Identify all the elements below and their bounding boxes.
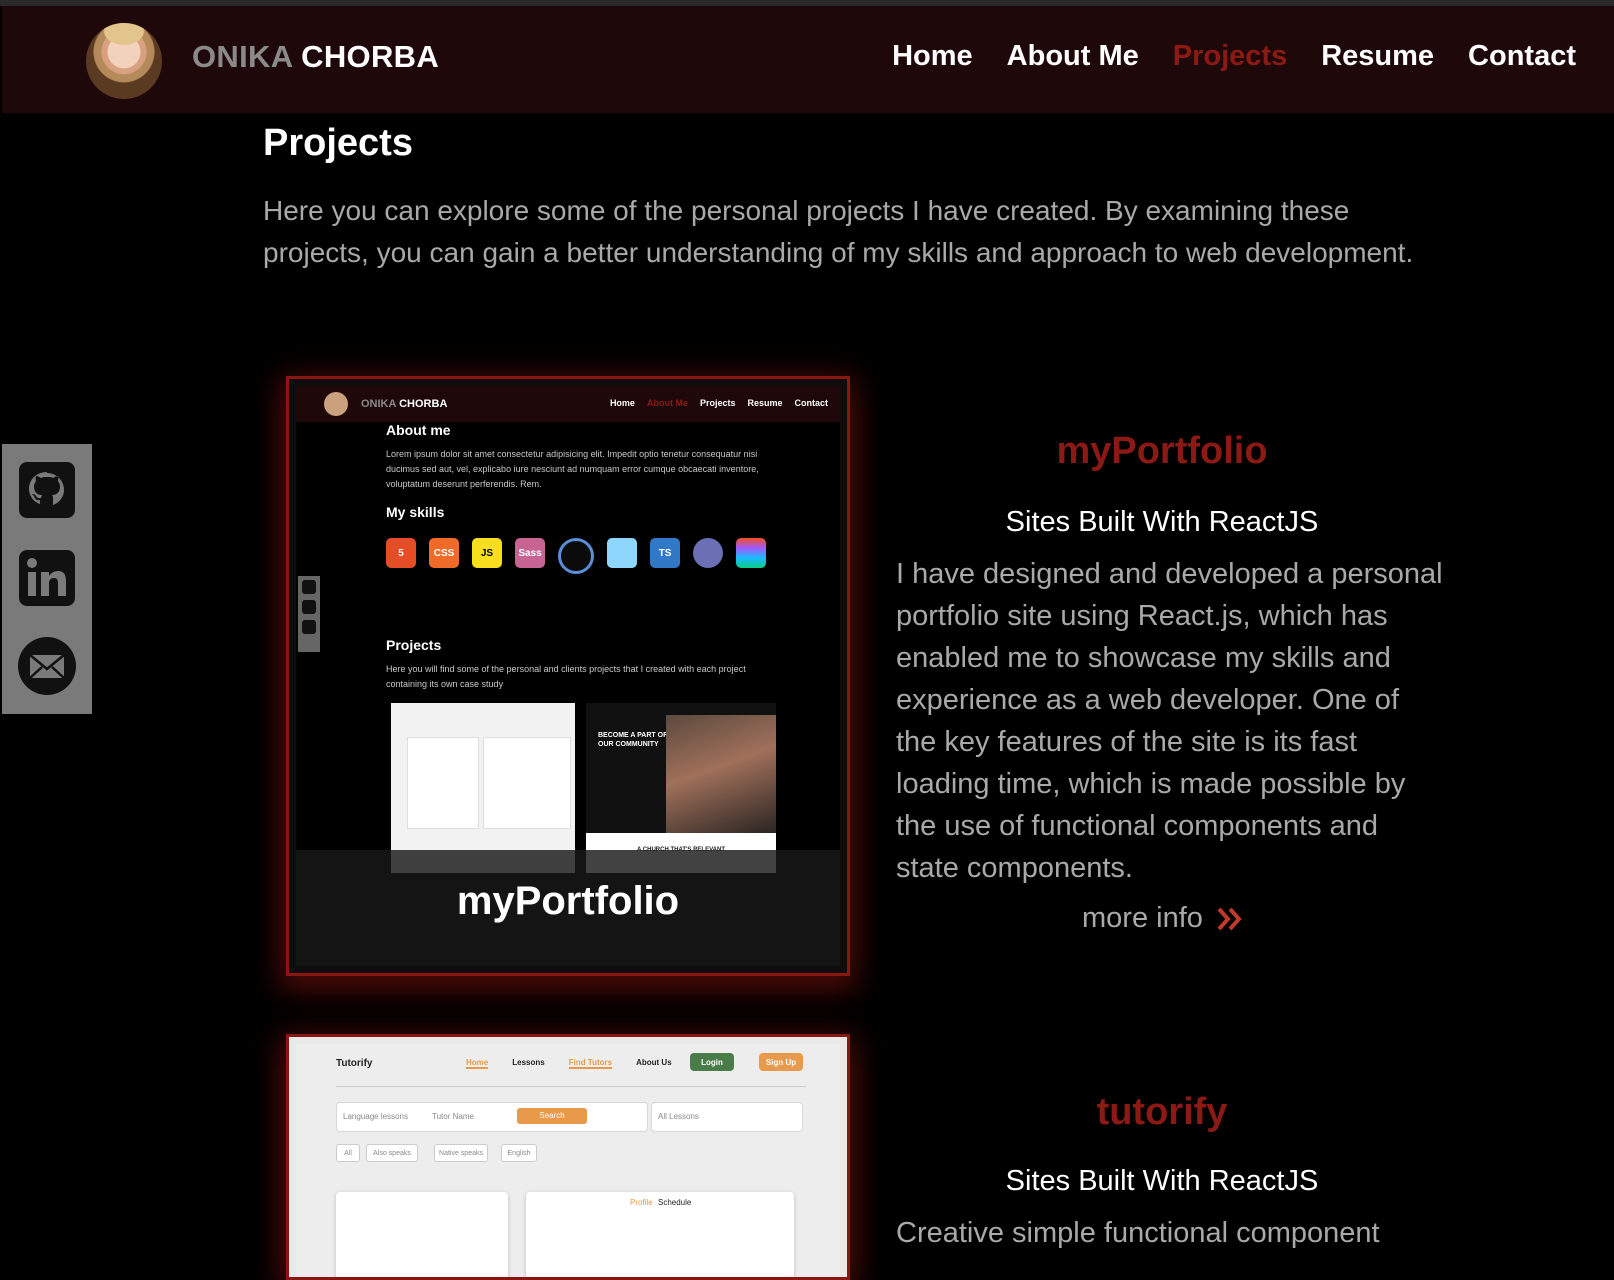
preview-tutor-card — [336, 1192, 508, 1277]
github-skill-icon — [558, 538, 594, 574]
project-subtitle: Sites Built With ReactJS — [1005, 1165, 1319, 1197]
preview-signup-button: Sign Up — [759, 1053, 803, 1071]
preview-nav-resume: Resume — [747, 398, 783, 408]
preview-projects-title: Projects — [386, 637, 442, 653]
preview-nav-home: Home — [609, 398, 635, 408]
preview-brand-first: ONIKA — [361, 398, 397, 410]
graphql-icon — [693, 538, 723, 568]
preview-projects-text: Here you will find some of the personal … — [386, 664, 746, 689]
github-icon[interactable] — [17, 460, 77, 520]
preview-brand-last: CHORBA — [399, 398, 448, 410]
preview-tutor-card — [407, 737, 479, 829]
preview-search-button: Search — [517, 1108, 587, 1124]
project-description: Creative simple functional component — [896, 1217, 1380, 1249]
preview-skills-title: My skills — [386, 504, 445, 520]
brand-last-name: CHORBA — [301, 39, 440, 74]
project-preview-myportfolio: ONIKA CHORBA Home About Me Projects Resu… — [296, 386, 840, 966]
project-title: tutorify — [1096, 1091, 1228, 1133]
preview-social-sidebar — [298, 576, 320, 652]
nav-contact[interactable]: Contact — [1468, 40, 1576, 73]
preview-login-button: Login — [690, 1053, 734, 1071]
preview-lessons-select: All Lessons — [651, 1102, 803, 1132]
sass-icon: Sass — [515, 538, 545, 568]
preview-about-text: Lorem ipsum dolor sit amet consectetur a… — [386, 449, 759, 489]
preview-skills-row: 5 CSS JS Sass TS — [386, 538, 766, 574]
project-card-myportfolio[interactable]: ONIKA CHORBA Home About Me Projects Resu… — [286, 376, 850, 976]
preview-nav-about-us: About Us — [636, 1058, 672, 1067]
preview-nav: Home About Me Projects Resume Contact — [610, 398, 828, 408]
preview-tutorify-shot — [391, 703, 575, 873]
preview-email-icon — [302, 620, 316, 634]
preview-linkedin-icon — [302, 600, 316, 614]
preview-tab-schedule: Schedule — [658, 1198, 692, 1207]
project-title: myPortfolio — [1056, 430, 1268, 472]
preview-chip: Native speaks — [434, 1144, 488, 1162]
nav-home[interactable]: Home — [892, 40, 973, 73]
html5-icon: 5 — [386, 538, 416, 568]
preview-tutorify-nav: Home Lessons Find Tutors About Us — [466, 1058, 672, 1069]
nav-projects[interactable]: Projects — [1173, 40, 1287, 73]
double-chevron-right-icon — [1217, 907, 1242, 930]
email-icon[interactable] — [17, 636, 77, 696]
more-info-link[interactable]: more info — [1082, 902, 1243, 935]
preview-brand: ONIKA CHORBA — [361, 398, 447, 410]
webpack-icon — [607, 538, 637, 568]
site-header: ONIKA CHORBA Home About Me Projects Resu… — [2, 6, 1614, 113]
javascript-icon: JS — [472, 538, 502, 568]
typescript-icon: TS — [650, 538, 680, 568]
nav-about-me[interactable]: About Me — [1007, 40, 1139, 73]
figma-icon — [736, 538, 766, 568]
project-preview-tutorify: Tutorify Home Lessons Find Tutors About … — [296, 1044, 840, 1277]
preview-search-bar: Language lessons Tutor Name Search — [336, 1102, 648, 1132]
social-sidebar — [2, 444, 92, 714]
avatar[interactable] — [86, 23, 162, 99]
css-icon: CSS — [429, 538, 459, 568]
preview-church-photo — [666, 715, 776, 833]
preview-chip: English — [501, 1144, 537, 1162]
preview-nav-find-tutors: Find Tutors — [568, 1058, 613, 1069]
preview-profile-card: Profile Schedule — [526, 1192, 794, 1277]
preview-tab-profile: Profile — [630, 1198, 653, 1207]
project-subtitle: Sites Built With ReactJS — [1005, 506, 1319, 538]
nav-resume[interactable]: Resume — [1321, 40, 1434, 73]
preview-nav-lessons: Lessons — [512, 1058, 545, 1067]
project-card-tutorify[interactable]: Tutorify Home Lessons Find Tutors About … — [286, 1034, 850, 1280]
preview-church-shot: BECOME A PART OF OUR COMMUNITY A CHURCH … — [586, 703, 776, 873]
preview-nav-contact: Contact — [794, 398, 829, 408]
preview-tutor-card — [483, 737, 571, 829]
project-description: I have designed and developed a personal… — [896, 558, 1443, 884]
preview-tutorify-logo: Tutorify — [336, 1058, 373, 1069]
card-caption: myPortfolio — [456, 879, 680, 923]
preview-about-title: About me — [386, 422, 451, 438]
preview-header: ONIKA CHORBA Home About Me Projects Resu… — [296, 386, 840, 422]
preview-community-heading: BECOME A PART OF OUR COMMUNITY — [598, 732, 668, 748]
linkedin-icon[interactable] — [17, 548, 77, 608]
preview-github-icon — [302, 580, 316, 594]
preview-nav-about: About Me — [646, 398, 688, 408]
preview-select-value: All Lessons — [658, 1112, 699, 1121]
preview-divider — [336, 1086, 806, 1087]
more-info-label: more info — [1082, 902, 1203, 934]
preview-search-tutor: Tutor Name — [432, 1112, 474, 1121]
main-nav: Home About Me Projects Resume Contact — [892, 40, 1576, 73]
page-intro: Here you can explore some of the persona… — [263, 195, 1414, 268]
site-brand[interactable]: ONIKA CHORBA — [192, 39, 439, 75]
preview-search-language: Language lessons — [343, 1112, 408, 1121]
preview-chip: Also speaks — [366, 1144, 418, 1162]
preview-avatar — [324, 392, 348, 416]
preview-chip: All — [336, 1144, 360, 1162]
preview-nav-home: Home — [466, 1058, 489, 1069]
page-title: Projects — [263, 122, 413, 164]
brand-first-name: ONIKA — [192, 39, 293, 74]
preview-nav-projects: Projects — [699, 398, 736, 408]
